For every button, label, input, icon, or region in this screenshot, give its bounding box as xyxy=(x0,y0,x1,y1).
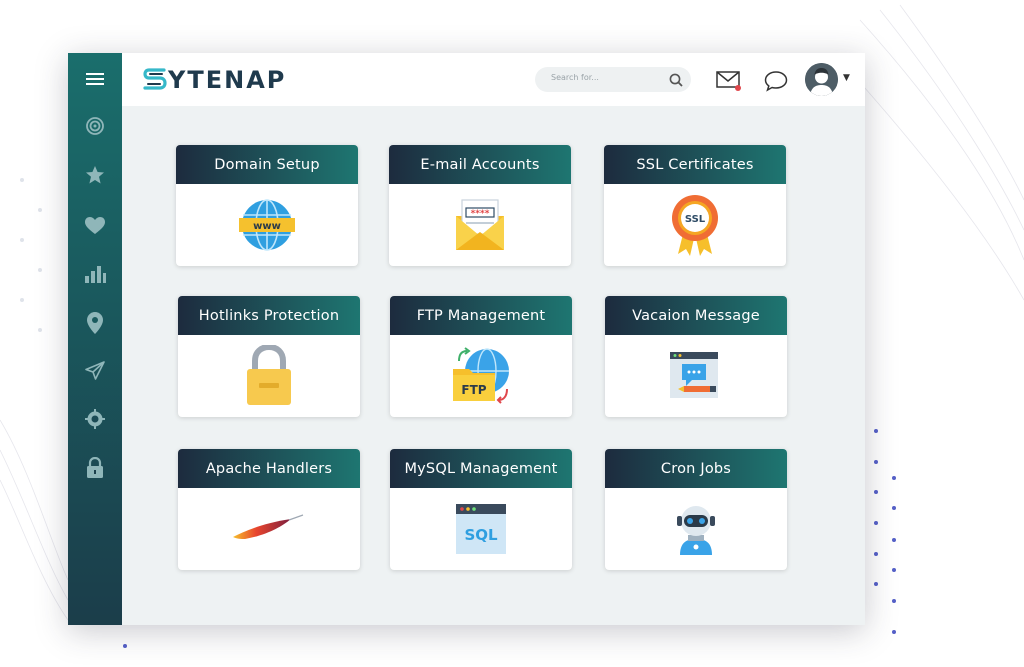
chevron-down-icon[interactable]: ▼ xyxy=(843,73,850,83)
card-title: Cron Jobs xyxy=(660,460,732,477)
send-icon[interactable] xyxy=(83,359,107,383)
card-title: Hotlinks Protection xyxy=(198,307,340,324)
star-icon[interactable] xyxy=(83,163,107,187)
location-pin-icon[interactable] xyxy=(83,311,107,335)
card-title: Vacaion Message xyxy=(632,307,760,324)
robot-headset-icon xyxy=(605,494,787,564)
ssl-badge-icon: SSL xyxy=(604,190,786,260)
chat-icon[interactable] xyxy=(764,70,788,96)
card-header: Apache Handlers xyxy=(178,449,360,488)
svg-text:SQL: SQL xyxy=(464,526,498,544)
card-hotlinks-protection[interactable]: Hotlinks Protection xyxy=(178,296,360,417)
lock-icon[interactable] xyxy=(83,456,107,480)
svg-text:SSL: SSL xyxy=(685,214,706,225)
avatar[interactable] xyxy=(805,63,838,96)
settings-icon[interactable] xyxy=(83,407,107,431)
padlock-icon xyxy=(178,341,360,411)
top-bar: YTENAP Search for... ▼ xyxy=(122,53,865,106)
card-header: E-mail Accounts xyxy=(389,145,571,184)
svg-text:www: www xyxy=(253,221,281,232)
svg-text:FTP: FTP xyxy=(461,383,486,397)
svg-text:****: **** xyxy=(471,209,490,219)
card-header: MySQL Management xyxy=(390,449,572,488)
card-title: FTP Management xyxy=(416,307,546,324)
card-header: Hotlinks Protection xyxy=(178,296,360,335)
apache-feather-icon xyxy=(178,494,360,564)
card-title: SSL Certificates xyxy=(636,156,754,173)
search-icon[interactable] xyxy=(669,72,683,91)
search-input[interactable]: Search for... xyxy=(535,67,691,92)
card-title: E-mail Accounts xyxy=(420,156,540,173)
card-mysql-management[interactable]: MySQL Management SQL xyxy=(390,449,572,570)
card-title: MySQL Management xyxy=(404,460,558,477)
stage: YTENAP Search for... ▼ Domain Setup www … xyxy=(0,0,1024,667)
card-ssl-certificates[interactable]: SSL Certificates SSL xyxy=(604,145,786,266)
sidebar xyxy=(68,53,122,625)
target-icon[interactable] xyxy=(83,114,107,138)
mail-icon[interactable] xyxy=(716,70,742,96)
card-email-accounts[interactable]: E-mail Accounts **** xyxy=(389,145,571,266)
card-header: FTP Management xyxy=(390,296,572,335)
logo-mark-icon xyxy=(143,68,167,90)
logo[interactable]: YTENAP xyxy=(142,65,286,95)
card-header: Cron Jobs xyxy=(605,449,787,488)
message-window-icon xyxy=(605,341,787,411)
app-window: YTENAP Search for... ▼ Domain Setup www … xyxy=(68,53,865,625)
ftp-folder-icon: FTP xyxy=(390,341,572,411)
card-vacaion-message[interactable]: Vacaion Message xyxy=(605,296,787,417)
notification-dot xyxy=(735,85,741,91)
heart-icon[interactable] xyxy=(83,214,107,238)
card-ftp-management[interactable]: FTP Management FTP xyxy=(390,296,572,417)
sql-file-icon: SQL xyxy=(390,494,572,564)
menu-icon[interactable] xyxy=(83,67,107,91)
card-header: Domain Setup xyxy=(176,145,358,184)
card-title: Domain Setup xyxy=(214,156,320,173)
card-header: SSL Certificates xyxy=(604,145,786,184)
card-cron-jobs[interactable]: Cron Jobs xyxy=(605,449,787,570)
logo-text: YTENAP xyxy=(168,66,287,94)
www-globe-icon: www xyxy=(176,190,358,260)
search-placeholder: Search for... xyxy=(551,73,599,82)
card-title: Apache Handlers xyxy=(205,460,333,477)
bar-chart-icon[interactable] xyxy=(83,262,107,286)
envelope-password-icon: **** xyxy=(389,190,571,260)
card-apache-handlers[interactable]: Apache Handlers xyxy=(178,449,360,570)
card-header: Vacaion Message xyxy=(605,296,787,335)
card-domain-setup[interactable]: Domain Setup www xyxy=(176,145,358,266)
